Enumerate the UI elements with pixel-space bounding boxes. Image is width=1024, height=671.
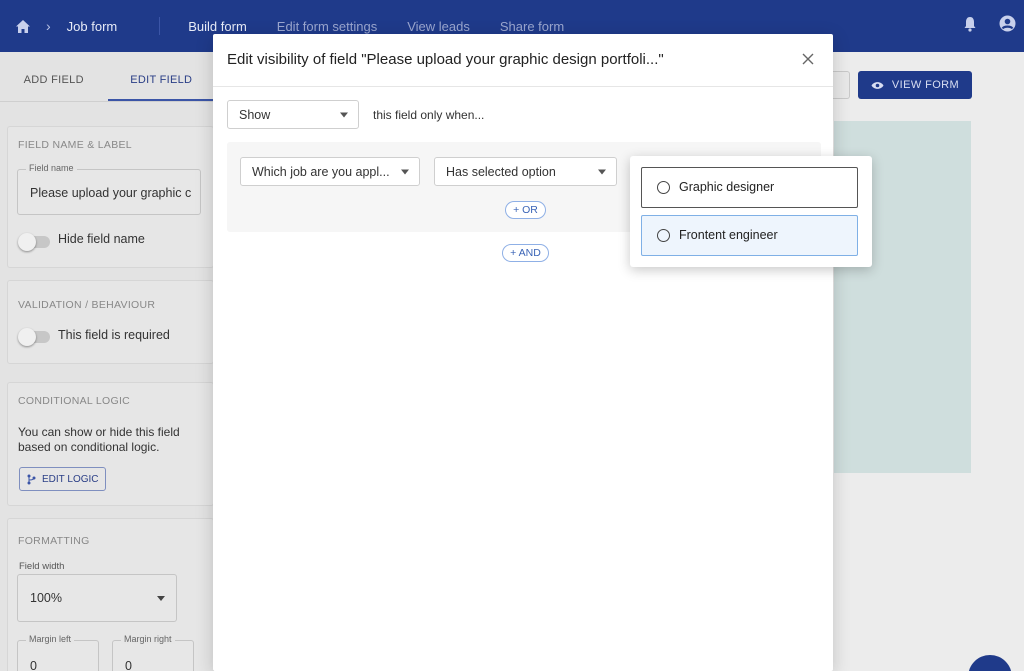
hide-field-name-toggle[interactable] bbox=[18, 233, 50, 251]
option-label: Frontent engineer bbox=[679, 228, 778, 242]
margin-right-label: Margin right bbox=[121, 634, 175, 644]
conditional-logic-card: CONDITIONAL LOGIC You can show or hide t… bbox=[7, 382, 214, 506]
nav-edit-form-settings[interactable]: Edit form settings bbox=[277, 19, 377, 34]
validation-card: VALIDATION / BEHAVIOUR This field is req… bbox=[7, 280, 214, 364]
visibility-action-select[interactable]: Show bbox=[227, 100, 359, 129]
option-label: Graphic designer bbox=[679, 180, 775, 194]
field-name-card: FIELD NAME & LABEL Field name Please upl… bbox=[7, 126, 214, 268]
modal-title: Edit visibility of field "Please upload … bbox=[227, 51, 664, 68]
dropdown-option[interactable]: Frontent engineer bbox=[641, 215, 858, 256]
branch-icon bbox=[27, 474, 36, 484]
nav-build-form[interactable]: Build form bbox=[188, 19, 247, 34]
section-heading: FIELD NAME & LABEL bbox=[18, 139, 132, 151]
breadcrumb-form-name[interactable]: Job form bbox=[67, 19, 118, 34]
condition-field-select[interactable]: Which job are you appl... bbox=[240, 157, 420, 186]
topbar-divider bbox=[159, 17, 161, 35]
tab-add-field[interactable]: ADD FIELD bbox=[0, 52, 108, 101]
field-width-value: 100% bbox=[30, 591, 62, 605]
visibility-action-value: Show bbox=[239, 107, 271, 122]
condition-field-value: Which job are you appl... bbox=[252, 164, 390, 179]
tab-edit-field[interactable]: EDIT FIELD bbox=[107, 52, 215, 101]
chevron-down-icon bbox=[340, 112, 348, 117]
nav-view-leads[interactable]: View leads bbox=[407, 19, 470, 34]
field-width-label: Field width bbox=[19, 561, 65, 572]
field-name-label: Field name bbox=[26, 163, 77, 173]
add-or-condition-button[interactable]: + OR bbox=[505, 201, 546, 219]
section-heading: FORMATTING bbox=[18, 535, 90, 547]
view-form-button[interactable]: VIEW FORM bbox=[858, 71, 972, 99]
hide-field-name-label: Hide field name bbox=[58, 232, 145, 246]
margin-right-value: 0 bbox=[125, 659, 132, 671]
edit-visibility-modal: Edit visibility of field "Please upload … bbox=[213, 34, 833, 671]
field-editor-sidebar: ADD FIELD EDIT FIELD FIELD NAME & LABEL … bbox=[0, 52, 215, 671]
formatting-card: FORMATTING Field width 100% Margin left … bbox=[7, 518, 214, 671]
required-toggle[interactable] bbox=[18, 328, 50, 346]
field-name-value: Please upload your graphic c bbox=[30, 186, 192, 200]
margin-left-value: 0 bbox=[30, 659, 37, 671]
edit-logic-button[interactable]: EDIT LOGIC bbox=[19, 467, 106, 491]
edit-logic-label: EDIT LOGIC bbox=[42, 473, 99, 485]
section-heading: CONDITIONAL LOGIC bbox=[18, 395, 131, 407]
margin-left-label: Margin left bbox=[26, 634, 75, 644]
home-icon[interactable] bbox=[14, 17, 32, 35]
help-chat-button[interactable] bbox=[968, 655, 1012, 671]
bell-icon[interactable] bbox=[963, 16, 977, 37]
chevron-down-icon bbox=[401, 169, 409, 174]
add-and-condition-button[interactable]: + AND bbox=[502, 244, 549, 262]
conditional-logic-description: You can show or hide this field based on… bbox=[18, 425, 180, 455]
margin-right-input[interactable]: Margin right 0 bbox=[112, 634, 194, 671]
chevron-right-icon: › bbox=[46, 18, 51, 34]
nav-share-form[interactable]: Share form bbox=[500, 19, 564, 34]
visibility-suffix-text: this field only when... bbox=[373, 108, 485, 122]
condition-operator-select[interactable]: Has selected option bbox=[434, 157, 617, 186]
account-icon[interactable] bbox=[999, 15, 1016, 37]
required-toggle-label: This field is required bbox=[58, 328, 170, 342]
chevron-down-icon bbox=[598, 169, 606, 174]
field-width-select[interactable]: 100% bbox=[17, 574, 177, 622]
radio-icon bbox=[657, 181, 670, 194]
eye-icon bbox=[871, 81, 884, 89]
close-icon[interactable] bbox=[801, 52, 815, 66]
radio-icon bbox=[657, 229, 670, 242]
chevron-down-icon bbox=[157, 596, 165, 601]
condition-operator-value: Has selected option bbox=[446, 164, 556, 179]
dropdown-option[interactable]: Graphic designer bbox=[641, 167, 858, 208]
section-heading: VALIDATION / BEHAVIOUR bbox=[18, 299, 156, 311]
field-name-input[interactable]: Field name Please upload your graphic c bbox=[17, 163, 201, 215]
modal-header-divider bbox=[213, 86, 833, 87]
option-dropdown-menu: Graphic designer Frontent engineer bbox=[630, 156, 872, 267]
view-form-label: VIEW FORM bbox=[891, 79, 960, 91]
description-line: based on conditional logic. bbox=[18, 440, 160, 454]
description-line: You can show or hide this field bbox=[18, 425, 180, 439]
margin-left-input[interactable]: Margin left 0 bbox=[17, 634, 99, 671]
sidebar-tabs: ADD FIELD EDIT FIELD bbox=[0, 52, 215, 102]
top-nav-tabs: Build form Edit form settings View leads… bbox=[188, 19, 564, 34]
